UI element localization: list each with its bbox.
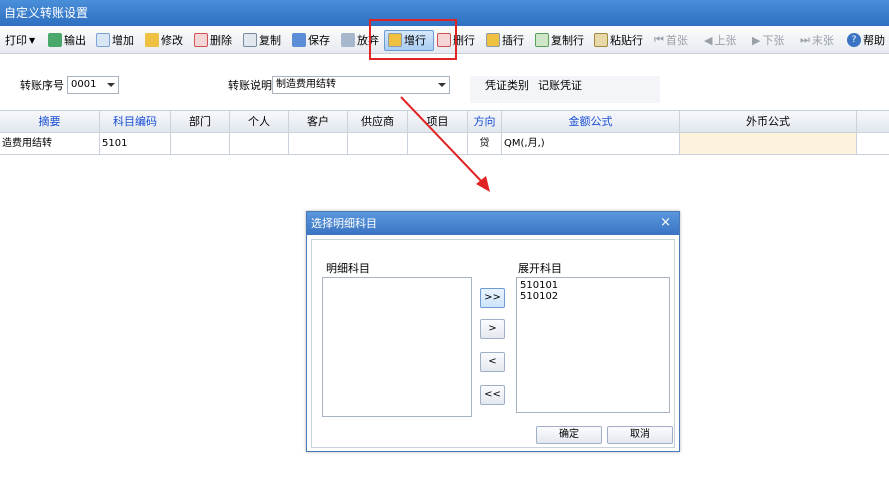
move-left-button[interactable]: < xyxy=(480,352,505,372)
right-list-label: 展开科目 xyxy=(518,262,562,275)
ok-button[interactable]: 确定 xyxy=(536,426,602,444)
detail-account-list[interactable] xyxy=(322,277,472,417)
left-list-label: 明细科目 xyxy=(326,262,370,275)
move-right-button[interactable]: > xyxy=(480,319,505,339)
cancel-button[interactable]: 取消 xyxy=(607,426,673,444)
select-detail-account-dialog: 选择明细科目 × 明细科目 展开科目 510101 510102 >> > < … xyxy=(306,211,680,452)
expanded-account-list[interactable]: 510101 510102 xyxy=(516,277,670,413)
main-window: 自定义转账设置 打印 ▼ 输出 增加 修改 删除 复制 保存 放弃 增行 删行 … xyxy=(0,0,889,502)
move-all-left-button[interactable]: << xyxy=(480,385,505,405)
move-all-right-button[interactable]: >> xyxy=(480,288,505,308)
list-item[interactable]: 510101 xyxy=(520,280,666,291)
dialog-title: 选择明细科目 xyxy=(307,212,679,235)
dialog-body: 明细科目 展开科目 510101 510102 >> > < << 确定 取消 xyxy=(311,239,675,448)
close-icon[interactable]: × xyxy=(660,215,671,231)
list-item[interactable]: 510102 xyxy=(520,291,666,302)
